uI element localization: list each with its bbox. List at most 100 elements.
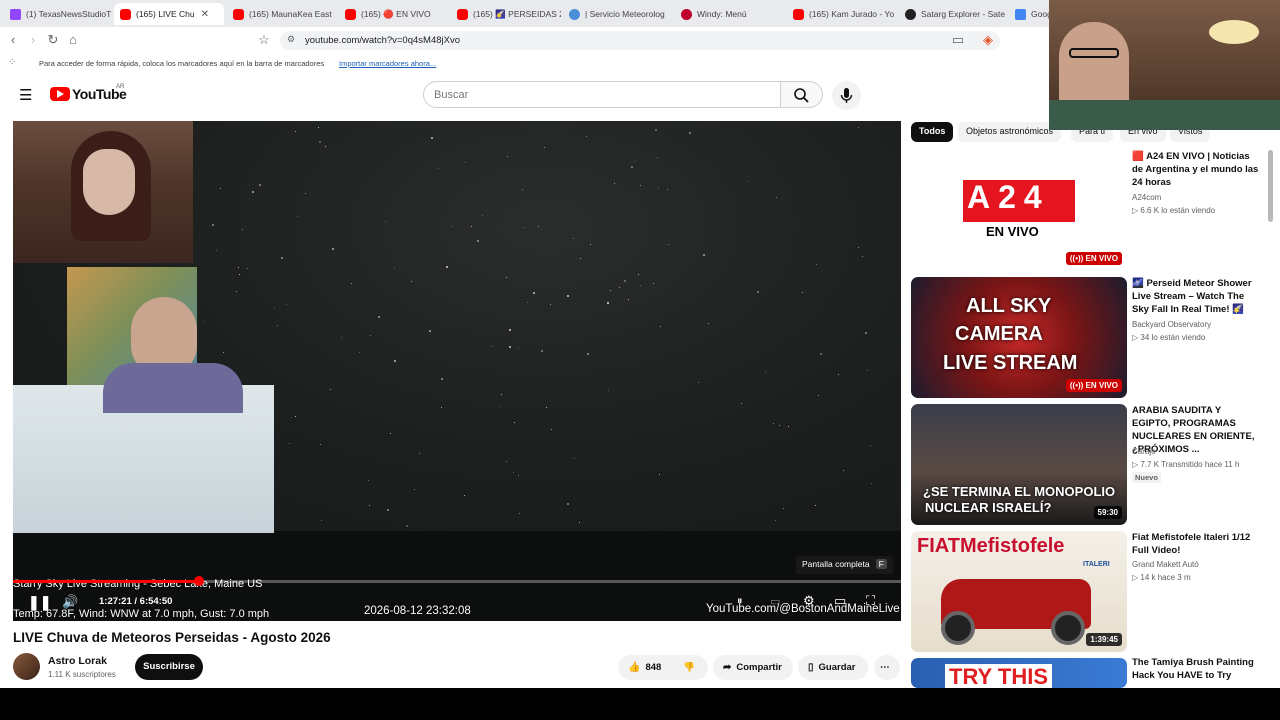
star — [639, 184, 641, 186]
webcam-glasses — [1069, 48, 1119, 58]
import-bookmarks-link[interactable]: Importar marcadores ahora... — [339, 59, 436, 68]
search-input[interactable]: Buscar — [423, 81, 781, 108]
star — [393, 360, 396, 363]
youtube-icon — [793, 8, 804, 20]
thumbs-up-icon[interactable]: 👍 — [628, 662, 640, 673]
fullscreen-tooltip: Pantalla completa F — [796, 556, 893, 574]
autoplay-toggle-icon[interactable]: ⏸ — [737, 595, 743, 608]
star — [764, 371, 766, 373]
browser-tab-9[interactable]: Satarg Explorer - Sate — [899, 3, 1007, 25]
browser-tab-6[interactable]: | Servicio Meteorolog — [563, 3, 673, 25]
browser-tab-10[interactable]: Goog — [1009, 3, 1049, 25]
site-info-icon[interactable]: ⚙ — [287, 34, 295, 45]
star — [470, 225, 472, 227]
rec-thumbnail-4[interactable]: FIATMefistofele ITALERI 1:39:45 — [911, 531, 1127, 652]
star — [774, 519, 776, 521]
rec-channel-4[interactable]: Grand Makett Autó — [1132, 560, 1199, 569]
more-actions-button[interactable]: ⋯ — [874, 655, 900, 680]
channel-name[interactable]: Astro Lorak — [48, 655, 107, 667]
rec-meta-2: ▷ 34 lo están viendo — [1132, 333, 1206, 342]
rec-channel-2[interactable]: Backyard Observatory — [1132, 320, 1211, 329]
star — [586, 352, 589, 355]
browser-tab-2-active[interactable]: (165) LIVE Chu ✕ — [114, 3, 224, 25]
settings-gear-icon[interactable]: ⚙ — [803, 593, 815, 609]
forward-icon[interactable]: › — [25, 32, 41, 47]
tooltip-label: Pantalla completa — [802, 559, 870, 569]
video-player[interactable] — [13, 121, 901, 621]
sidebar-scrollbar[interactable] — [1268, 150, 1273, 222]
star — [817, 394, 819, 396]
home-icon[interactable]: ⌂ — [65, 32, 81, 47]
rec-thumbnail-2[interactable]: ALL SKY CAMERA LIVE STREAM ((•)) EN VIVO — [911, 277, 1127, 398]
star — [445, 266, 448, 269]
rec-thumb-4-title: FIATMefistofele — [917, 535, 1065, 557]
progress-bar[interactable] — [13, 576, 901, 586]
star — [463, 494, 465, 496]
youtube-icon — [345, 8, 356, 20]
car-wheel-front — [941, 611, 975, 645]
rec-title-2[interactable]: 🌌 Perseid Meteor Shower Live Stream – Wa… — [1132, 277, 1262, 316]
browser-tab-5[interactable]: (165) 🌠 PERSEIDAS 2 — [451, 3, 561, 25]
stream-overlay-datetime: 2026-08-12 23:32:08 — [364, 605, 471, 617]
star — [387, 508, 390, 511]
pause-icon[interactable]: ❚❚ — [28, 594, 51, 611]
youtube-logo-play-icon — [57, 90, 64, 98]
save-button[interactable]: ▯ Guardar — [798, 655, 868, 680]
search-icon — [794, 88, 809, 103]
time-display: 1:27:21 / 6:54:50 — [99, 596, 172, 607]
star — [624, 279, 627, 282]
like-count[interactable]: 848 — [645, 662, 661, 673]
rec-thumb-2-line3: LIVE STREAM — [943, 352, 1078, 374]
rec-title-5[interactable]: The Tamiya Brush Painting Hack You HAVE … — [1132, 656, 1262, 682]
cast-icon[interactable]: ▭ — [950, 32, 966, 48]
menu-icon[interactable]: ☰ — [19, 86, 32, 104]
browser-tab-4[interactable]: (165) 🔴 EN VIVO — [339, 3, 449, 25]
subscribe-button[interactable]: Suscribirse — [135, 654, 203, 680]
theater-mode-icon[interactable]: ▭ — [834, 593, 846, 609]
rec-thumb-1-sub-text: EN VIVO — [986, 224, 1039, 239]
browser-tab-8[interactable]: (165) Kam Jurado - Yo — [787, 3, 897, 25]
rec-meta-1: ▷ 6.6 K lo están viendo — [1132, 206, 1216, 215]
apps-grid-icon[interactable]: ⁘ — [8, 57, 16, 68]
search-button[interactable] — [781, 81, 823, 108]
rec-title-4[interactable]: Fiat Mefistofele Italeri 1/12 Full Video… — [1132, 531, 1262, 557]
extension-shield-icon[interactable]: ◈ — [980, 32, 996, 48]
rec-channel-3[interactable]: Carajo — [1132, 447, 1156, 456]
star — [656, 156, 658, 158]
share-button[interactable]: ➦ Compartir — [713, 655, 793, 680]
volume-icon[interactable]: 🔊 — [62, 594, 78, 610]
chip-all[interactable]: Todos — [911, 122, 954, 142]
rec-thumbnail-5[interactable]: TRY THIS — [911, 658, 1127, 688]
url-field[interactable]: ⚙ youtube.com/watch?v=0q4sM48jXvo — [280, 31, 1000, 50]
chip-astronomy[interactable]: Objetos astronómicos — [958, 122, 1062, 142]
star — [235, 290, 237, 292]
star — [842, 470, 844, 472]
star — [203, 320, 205, 322]
rec-thumb-2-line1: ALL SKY — [966, 295, 1052, 317]
new-badge: Nuevo — [1132, 472, 1161, 483]
streamer-webcam-1 — [13, 121, 193, 263]
star — [619, 286, 621, 288]
webcam-person-body — [103, 363, 243, 413]
rec-channel-1[interactable]: A24com — [1132, 193, 1161, 202]
browser-tab-1[interactable]: (1) TexasNewsStudioT — [4, 3, 112, 25]
fullscreen-icon[interactable]: ⛶ — [866, 593, 875, 609]
thumbs-down-icon[interactable]: 👎 — [683, 662, 695, 673]
channel-avatar[interactable] — [13, 653, 40, 680]
back-icon[interactable]: ‹ — [5, 32, 21, 47]
rec-thumbnail-1[interactable]: A24 EN VIVO ((•)) EN VIVO — [911, 150, 1127, 271]
bookmark-star-icon[interactable]: ☆ — [256, 32, 272, 48]
browser-tab-7[interactable]: Windy: Menú — [675, 3, 785, 25]
subtitles-icon[interactable]: ▭ — [770, 595, 780, 608]
rec-thumbnail-3[interactable]: ¿SE TERMINA EL MONOPOLIO NUCLEAR ISRAELÍ… — [911, 404, 1127, 525]
duration-badge: 59:30 — [1093, 506, 1122, 519]
live-badge: ((•)) EN VIVO — [1065, 252, 1122, 265]
rec-title-1[interactable]: 🟥 A24 EN VIVO | Noticias de Argentina y … — [1132, 150, 1262, 189]
voice-search-button[interactable] — [832, 81, 861, 110]
star — [329, 389, 331, 391]
rec-thumb-2-line2: CAMERA — [955, 323, 1043, 345]
save-playlist-icon: ▯ — [808, 662, 814, 673]
browser-tab-3[interactable]: (165) MaunaKea East — [227, 3, 337, 25]
close-tab-icon[interactable]: ✕ — [201, 9, 209, 20]
reload-icon[interactable]: ↻ — [45, 32, 61, 48]
